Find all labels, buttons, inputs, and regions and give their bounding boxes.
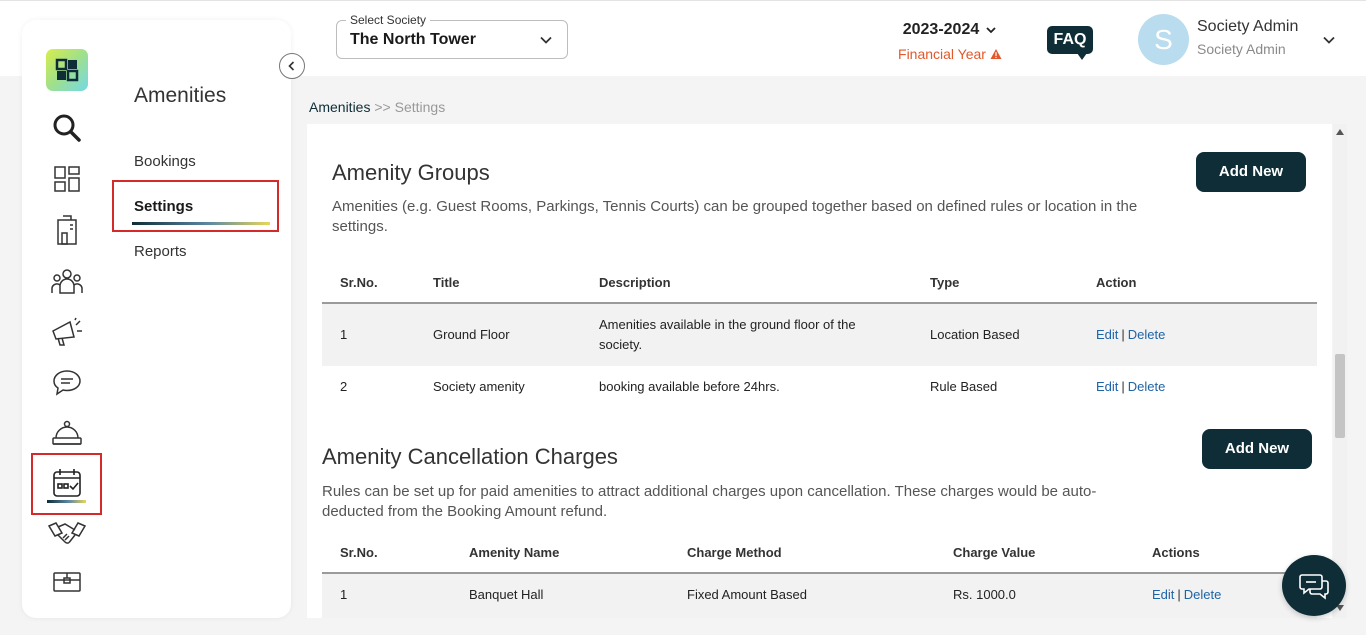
cell-type: Location Based bbox=[930, 327, 1020, 342]
cell-actions: Edit | Delete bbox=[1096, 327, 1166, 342]
table-row: 1 Banquet Hall Fixed Amount Based Rs. 10… bbox=[322, 574, 1317, 618]
table-row: 1 Ground Floor Amenities available in th… bbox=[322, 304, 1317, 366]
cancellation-charges-title: Amenity Cancellation Charges bbox=[322, 444, 618, 469]
user-name: Society Admin bbox=[1197, 18, 1299, 35]
main-content: Amenity Groups Amenities (e.g. Guest Roo… bbox=[307, 124, 1332, 618]
cell-charge-method: Fixed Amount Based bbox=[687, 587, 807, 602]
table-header: Sr.No. Amenity Name Charge Method Charge… bbox=[322, 531, 1317, 574]
avatar[interactable]: S bbox=[1138, 14, 1189, 65]
society-select-value: The North Tower bbox=[350, 31, 476, 48]
cell-sr: 2 bbox=[340, 379, 348, 394]
column-header: Amenity Name bbox=[469, 545, 560, 560]
faq-button[interactable]: FAQ bbox=[1047, 26, 1093, 60]
chat-icon[interactable] bbox=[48, 364, 86, 402]
handshake-icon[interactable] bbox=[48, 514, 86, 552]
society-select-legend: Select Society bbox=[346, 13, 431, 27]
amenity-groups-title: Amenity Groups bbox=[332, 160, 490, 185]
chevron-left-icon bbox=[288, 61, 295, 71]
amenity-groups-table: Sr.No. Title Description Type Action 1 G… bbox=[322, 261, 1317, 409]
cell-sr: 1 bbox=[340, 587, 348, 602]
cell-actions: Edit | Delete bbox=[1152, 587, 1222, 602]
section-title: Amenities bbox=[134, 84, 227, 107]
scroll-up-icon[interactable] bbox=[1336, 129, 1344, 135]
sidebar-item-reports[interactable]: Reports bbox=[134, 243, 187, 260]
financial-year-value: 2023-2024 bbox=[902, 21, 980, 38]
highlight-box-settings bbox=[112, 180, 279, 232]
cell-description: booking available before 24hrs. bbox=[599, 379, 780, 394]
column-header: Action bbox=[1096, 275, 1137, 290]
delete-link[interactable]: Delete bbox=[1184, 587, 1222, 602]
column-header: Actions bbox=[1152, 545, 1200, 560]
edit-link[interactable]: Edit bbox=[1096, 379, 1118, 394]
cell-charge-value: Rs. 1000.0 bbox=[953, 587, 1016, 602]
breadcrumb: Amenities >> Settings bbox=[309, 99, 445, 115]
box-icon[interactable] bbox=[48, 563, 86, 601]
chevron-down-icon bbox=[986, 27, 996, 34]
cell-description: Amenities available in the ground floor … bbox=[599, 317, 856, 352]
dashboard-icon[interactable] bbox=[48, 160, 86, 198]
cell-title: Ground Floor bbox=[433, 327, 510, 342]
highlight-box-calendar bbox=[31, 453, 102, 515]
column-header: Sr.No. bbox=[340, 275, 378, 290]
logo-icon bbox=[55, 58, 79, 82]
collapse-sidebar-button[interactable] bbox=[279, 53, 305, 79]
cell-actions: Edit | Delete bbox=[1096, 379, 1166, 394]
chevron-down-icon bbox=[540, 36, 552, 44]
financial-year-label: Financial Year bbox=[898, 46, 986, 62]
cell-type: Rule Based bbox=[930, 379, 998, 394]
warning-icon bbox=[990, 49, 1002, 59]
add-cancellation-charge-button[interactable]: Add New bbox=[1202, 429, 1312, 469]
column-header: Type bbox=[930, 275, 960, 290]
cell-amenity-name: Banquet Hall bbox=[469, 587, 544, 602]
column-header: Title bbox=[433, 275, 460, 290]
megaphone-icon[interactable] bbox=[48, 313, 86, 351]
service-bell-icon[interactable] bbox=[48, 415, 86, 453]
sidebar-item-bookings[interactable]: Bookings bbox=[134, 153, 196, 170]
breadcrumb-amenities[interactable]: Amenities bbox=[309, 99, 370, 115]
scroll-thumb[interactable] bbox=[1335, 354, 1345, 438]
chevron-down-icon[interactable] bbox=[1322, 33, 1336, 47]
column-header: Sr.No. bbox=[340, 545, 378, 560]
add-amenity-group-button[interactable]: Add New bbox=[1196, 152, 1306, 192]
cancellation-charges-table: Sr.No. Amenity Name Charge Method Charge… bbox=[322, 531, 1317, 618]
column-header: Description bbox=[599, 275, 671, 290]
edit-link[interactable]: Edit bbox=[1096, 327, 1118, 342]
column-header: Charge Method bbox=[687, 545, 782, 560]
search-icon[interactable] bbox=[48, 109, 86, 147]
app-logo[interactable] bbox=[46, 49, 88, 91]
breadcrumb-settings: Settings bbox=[394, 99, 446, 115]
society-select[interactable]: Select Society The North Tower bbox=[336, 13, 568, 59]
user-role: Society Admin bbox=[1197, 41, 1286, 57]
table-row: 2 Society amenity booking available befo… bbox=[322, 366, 1317, 409]
cell-sr: 1 bbox=[340, 327, 348, 342]
cell-title: Society amenity bbox=[433, 379, 525, 394]
amenity-groups-description: Amenities (e.g. Guest Rooms, Parkings, T… bbox=[332, 198, 1138, 235]
building-icon[interactable] bbox=[48, 211, 86, 249]
financial-year-selector[interactable]: 2023-2024 Financial Year bbox=[890, 21, 1010, 62]
edit-link[interactable]: Edit bbox=[1152, 587, 1174, 602]
chat-support-button[interactable] bbox=[1282, 555, 1346, 616]
delete-link[interactable]: Delete bbox=[1128, 327, 1166, 342]
chat-bubbles-icon bbox=[1299, 573, 1329, 600]
breadcrumb-separator: >> bbox=[374, 99, 391, 115]
people-icon[interactable] bbox=[48, 262, 86, 300]
scrollbar[interactable] bbox=[1333, 124, 1347, 618]
column-header: Charge Value bbox=[953, 545, 1036, 560]
cancellation-charges-description: Rules can be set up for paid amenities t… bbox=[322, 483, 1097, 520]
table-header: Sr.No. Title Description Type Action bbox=[322, 261, 1317, 304]
delete-link[interactable]: Delete bbox=[1128, 379, 1166, 394]
sidebar: Amenities Bookings Settings Reports bbox=[22, 20, 291, 618]
